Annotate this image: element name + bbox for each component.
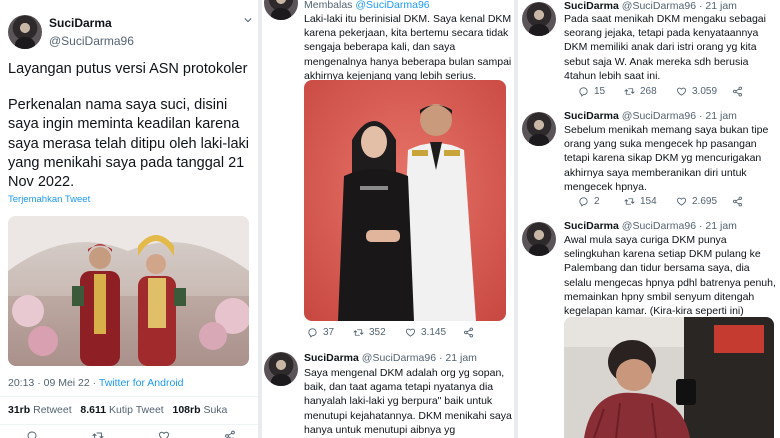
phone-photo[interactable] — [564, 317, 774, 438]
share-button[interactable] — [732, 196, 743, 207]
couple-photo[interactable] — [304, 80, 506, 321]
avatar[interactable] — [522, 222, 556, 256]
tweet-actions: 2 154 2.695 — [578, 196, 743, 207]
like-button[interactable]: 3.145 — [405, 327, 463, 338]
likes-label[interactable]: Suka — [203, 404, 227, 416]
author-handle[interactable]: @SuciDarma96 — [49, 34, 134, 48]
thread-panel-right: SuciDarma @SuciDarma96 · 21 jam Pada saa… — [518, 0, 780, 438]
replying-to: Membalas @SuciDarma96 — [304, 0, 430, 11]
reply-icon — [307, 327, 318, 338]
retweet-icon — [624, 86, 635, 97]
author-name[interactable]: SuciDarma — [564, 110, 619, 122]
retweet-count: 268 — [640, 86, 657, 97]
tweet-actions: 37 352 3.145 — [307, 327, 474, 338]
reply-count: 37 — [323, 327, 335, 338]
reply-count: 15 — [594, 86, 606, 97]
thread-panel-middle: Membalas @SuciDarma96 Laki-laki itu beri… — [262, 0, 514, 438]
avatar[interactable] — [264, 352, 298, 386]
retweet-icon — [624, 196, 635, 207]
retweet-icon[interactable] — [92, 430, 104, 438]
reply-icon — [578, 86, 589, 97]
share-icon[interactable] — [224, 430, 236, 438]
like-icon — [676, 86, 687, 97]
like-icon[interactable] — [158, 430, 170, 438]
tweet-header: SuciDarma @SuciDarma96 · 21 jam — [564, 110, 737, 122]
share-icon — [732, 196, 743, 207]
tweet-time[interactable]: · 21 jam — [699, 0, 737, 12]
like-icon — [676, 196, 687, 207]
tweet-text: Awal mula saya curiga DKM punya selingku… — [564, 234, 776, 318]
likes-count[interactable]: 108rb — [172, 404, 200, 416]
tweet-actions — [26, 430, 236, 438]
avatar[interactable] — [522, 2, 556, 36]
avatar[interactable] — [264, 0, 298, 20]
like-button[interactable]: 3.059 — [676, 86, 732, 97]
like-count: 3.059 — [692, 86, 718, 97]
tweet-time[interactable]: · 21 jam — [699, 110, 737, 122]
author-handle[interactable]: @SuciDarma96 — [362, 352, 436, 364]
wedding-photo[interactable] — [8, 216, 249, 366]
quotes-label[interactable]: Kutip Tweet — [109, 404, 164, 416]
retweet-button[interactable]: 268 — [624, 86, 676, 97]
tweet-text: Perkenalan nama saya suci, disini saya i… — [8, 97, 249, 191]
translate-link[interactable]: Terjemahkan Tweet — [8, 194, 90, 205]
reply-button[interactable]: 37 — [307, 327, 353, 338]
retweet-count: 352 — [369, 327, 386, 338]
reply-button[interactable]: 15 — [578, 86, 624, 97]
tweet-header: SuciDarma @SuciDarma96 · 21 jam — [304, 352, 477, 364]
source-link[interactable]: Twitter for Android — [99, 377, 184, 389]
retweets-count[interactable]: 31rb — [8, 404, 30, 416]
like-count: 2.695 — [692, 196, 718, 207]
share-icon — [732, 86, 743, 97]
tweet-text: Sebelum menikah memang saya bukan tipe o… — [564, 124, 769, 193]
tweet-time[interactable]: · 21 jam — [699, 220, 737, 232]
author-name[interactable]: SuciDarma — [49, 16, 112, 30]
share-button[interactable] — [732, 86, 743, 97]
author-handle[interactable]: @SuciDarma96 — [622, 110, 696, 122]
retweet-button[interactable]: 154 — [624, 196, 676, 207]
retweet-button[interactable]: 352 — [353, 327, 405, 338]
chevron-down-icon[interactable] — [244, 16, 252, 24]
author-name[interactable]: SuciDarma — [564, 220, 619, 232]
retweet-icon — [353, 327, 364, 338]
reply-button[interactable]: 2 — [578, 196, 624, 207]
like-button[interactable]: 2.695 — [676, 196, 732, 207]
replying-handle[interactable]: @SuciDarma96 — [355, 0, 429, 11]
like-icon — [405, 327, 416, 338]
share-button[interactable] — [463, 327, 474, 338]
quotes-count[interactable]: 8.611 — [80, 404, 106, 416]
avatar[interactable] — [8, 15, 42, 49]
tweet-text: Saya mengenal DKM adalah org yg sopan, b… — [304, 367, 512, 436]
reply-icon[interactable] — [26, 430, 38, 438]
replying-prefix: Membalas — [304, 0, 356, 11]
author-name[interactable]: SuciDarma — [304, 352, 359, 364]
avatar[interactable] — [522, 112, 556, 146]
tweet-text: Laki-laki itu berinisial DKM. Saya kenal… — [304, 13, 512, 82]
reply-icon — [578, 196, 589, 207]
author-name[interactable]: SuciDarma — [564, 0, 619, 12]
author-handle[interactable]: @SuciDarma96 — [622, 0, 696, 12]
tweet-header: SuciDarma @SuciDarma96 · 21 jam — [564, 220, 737, 232]
tweet-actions: 15 268 3.059 — [578, 86, 743, 97]
tweet-title: Layangan putus versi ASN protokoler — [8, 61, 248, 77]
tweet-header: SuciDarma @SuciDarma96 · 21 jam — [564, 0, 737, 12]
tweet-stats: 31rb Retweet 8.611 Kutip Tweet 108rb Suk… — [8, 404, 227, 416]
main-tweet-panel: SuciDarma @SuciDarma96 Layangan putus ve… — [0, 0, 258, 438]
tweet-text: Pada saat menikah DKM mengaku sebagai se… — [564, 13, 766, 82]
retweet-count: 154 — [640, 196, 657, 207]
like-count: 3.145 — [421, 327, 447, 338]
author-handle[interactable]: @SuciDarma96 — [622, 220, 696, 232]
divider — [0, 424, 258, 425]
divider — [0, 396, 258, 397]
tweet-time[interactable]: · 21 jam — [439, 352, 477, 364]
share-icon — [463, 327, 474, 338]
tweet-meta: 20:13 · 09 Mei 22 · Twitter for Android — [8, 377, 184, 389]
retweets-label[interactable]: Retweet — [33, 404, 72, 416]
timestamp[interactable]: 20:13 · 09 Mei 22 · — [8, 377, 99, 389]
reply-count: 2 — [594, 196, 600, 207]
